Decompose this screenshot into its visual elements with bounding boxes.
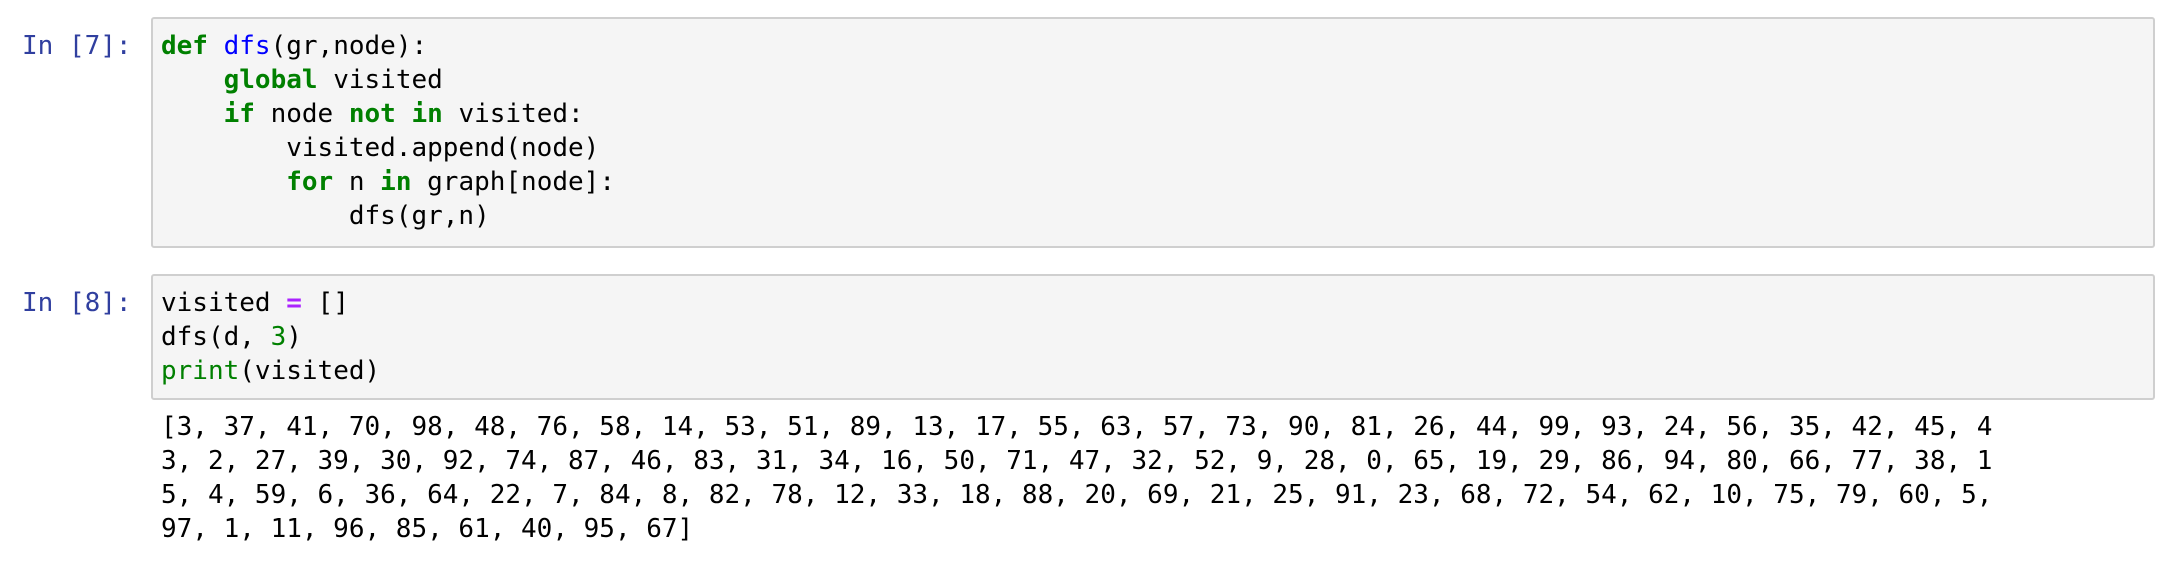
code-token: node [254,99,349,129]
code-token: visited [317,65,443,95]
code-token: visited: [442,99,584,129]
code-text-8[interactable]: visited = [] dfs(d, 3) print(visited) [161,286,380,388]
code-line: global visited [161,63,615,97]
keyword: in [411,99,443,129]
code-token: ) [286,322,302,352]
code-token: n [333,167,381,197]
code-token: dfs(d, [161,322,271,352]
code-token: (visited) [239,356,381,386]
code-editor-8[interactable]: visited = [] dfs(d, 3) print(visited) [151,274,2155,400]
code-token: visited [161,288,287,318]
input-prompt-8: In [8]: [22,288,132,318]
number-literal: 3 [270,322,287,352]
keyword: if [223,99,255,129]
keyword: global [223,65,318,95]
keyword: not [348,99,396,129]
keyword: for [286,167,334,197]
output-line: [3, 37, 41, 70, 98, 48, 76, 58, 14, 53, … [161,412,1993,442]
code-line: print(visited) [161,354,380,388]
keyword: def [161,31,208,61]
input-prompt-7: In [7]: [22,31,132,61]
builtin-function: print [161,356,240,386]
code-line: visited = [] [161,286,380,320]
notebook-cell-7[interactable]: In [7]: def dfs(gr,node): global visited… [0,0,2176,260]
code-line: for n in graph[node]: [161,165,615,199]
output-line: 97, 1, 11, 96, 85, 61, 40, 95, 67] [161,514,694,544]
cell-output-8: [3, 37, 41, 70, 98, 48, 76, 58, 14, 53, … [161,410,2151,546]
code-line: if node not in visited: [161,97,615,131]
output-line: 3, 2, 27, 39, 30, 92, 74, 87, 46, 83, 31… [161,446,1993,476]
code-line: dfs(gr,n) [161,201,490,231]
code-line: def dfs(gr,node): [161,29,615,63]
function-name: dfs [223,31,271,61]
code-line: visited.append(node) [161,133,600,163]
code-token: (gr,node): [270,31,428,61]
code-line: dfs(d, 3) [161,320,380,354]
output-line: 5, 4, 59, 6, 36, 64, 22, 7, 84, 8, 82, 7… [161,480,1993,510]
keyword: in [380,167,412,197]
code-token: graph[node]: [411,167,615,197]
code-token: [] [301,288,349,318]
code-editor-7[interactable]: def dfs(gr,node): global visited if node… [151,17,2155,248]
code-text-7[interactable]: def dfs(gr,node): global visited if node… [161,29,615,233]
operator: = [286,288,302,318]
